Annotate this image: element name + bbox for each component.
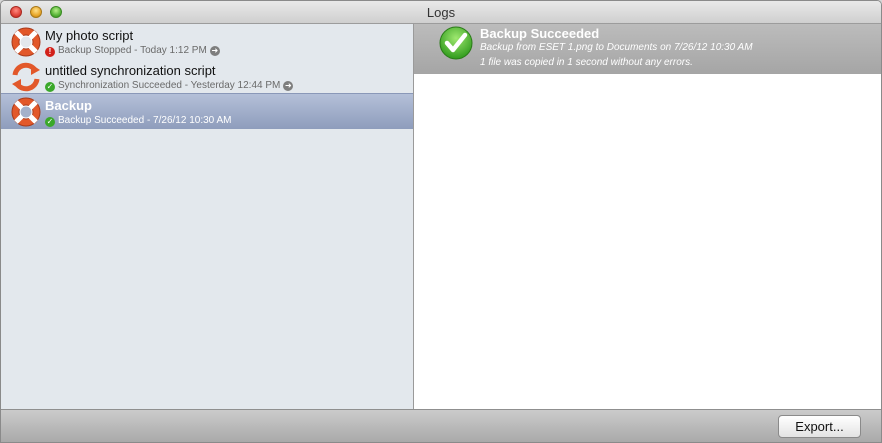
log-summary-line: Backup from ESET 1.png to Documents on 7… <box>480 42 753 53</box>
go-to-log-arrow-icon[interactable]: ➜ <box>209 46 220 56</box>
log-detail-pane: Backup Succeeded Backup from ESET 1.png … <box>414 24 881 409</box>
script-status: ✓ Synchronization Succeeded - Yesterday 1… <box>45 80 294 92</box>
script-list: My photo script ! Backup Stopped - Today … <box>1 24 414 409</box>
check-dot-icon: ✓ <box>45 117 55 127</box>
lifebuoy-icon <box>11 97 41 127</box>
status-text: Backup Succeeded - 7/26/12 10:30 AM <box>58 115 232 126</box>
log-result-line: 1 file was copied in 1 second without an… <box>480 57 693 68</box>
status-text: Synchronization Succeeded - Yesterday 12… <box>58 80 281 91</box>
script-row-backup[interactable]: Backup ✓ Backup Succeeded - 7/26/12 10:30… <box>1 93 413 129</box>
sync-arrows-icon <box>12 62 40 92</box>
go-to-log-arrow-icon[interactable]: ➜ <box>283 81 294 91</box>
logs-window: Logs My photo script ! Backup Stopped - T… <box>0 0 882 443</box>
script-status: ✓ Backup Succeeded - 7/26/12 10:30 AM <box>45 115 231 127</box>
script-name: untitled synchronization script <box>45 63 216 78</box>
check-dot-icon: ✓ <box>45 82 55 92</box>
script-name: Backup <box>45 98 92 113</box>
error-dot-icon: ! <box>45 47 55 57</box>
status-text: Backup Stopped - Today 1:12 PM <box>58 45 207 56</box>
log-title: Backup Succeeded <box>480 26 600 41</box>
log-entry-summary[interactable]: Backup Succeeded Backup from ESET 1.png … <box>414 24 881 74</box>
title-bar: Logs <box>1 1 881 24</box>
script-status: ! Backup Stopped - Today 1:12 PM ➜ <box>45 45 220 57</box>
export-button[interactable]: Export... <box>778 415 861 438</box>
script-row-my-photo-script[interactable]: My photo script ! Backup Stopped - Today … <box>1 24 413 59</box>
bottom-toolbar: Export... <box>1 409 881 442</box>
window-title: Logs <box>426 5 456 20</box>
script-name: My photo script <box>45 28 134 43</box>
success-checkmark-icon <box>439 26 473 60</box>
lifebuoy-icon <box>11 27 41 57</box>
script-row-untitled-synchronization-script[interactable]: untitled synchronization script ✓ Synchro… <box>1 59 413 94</box>
